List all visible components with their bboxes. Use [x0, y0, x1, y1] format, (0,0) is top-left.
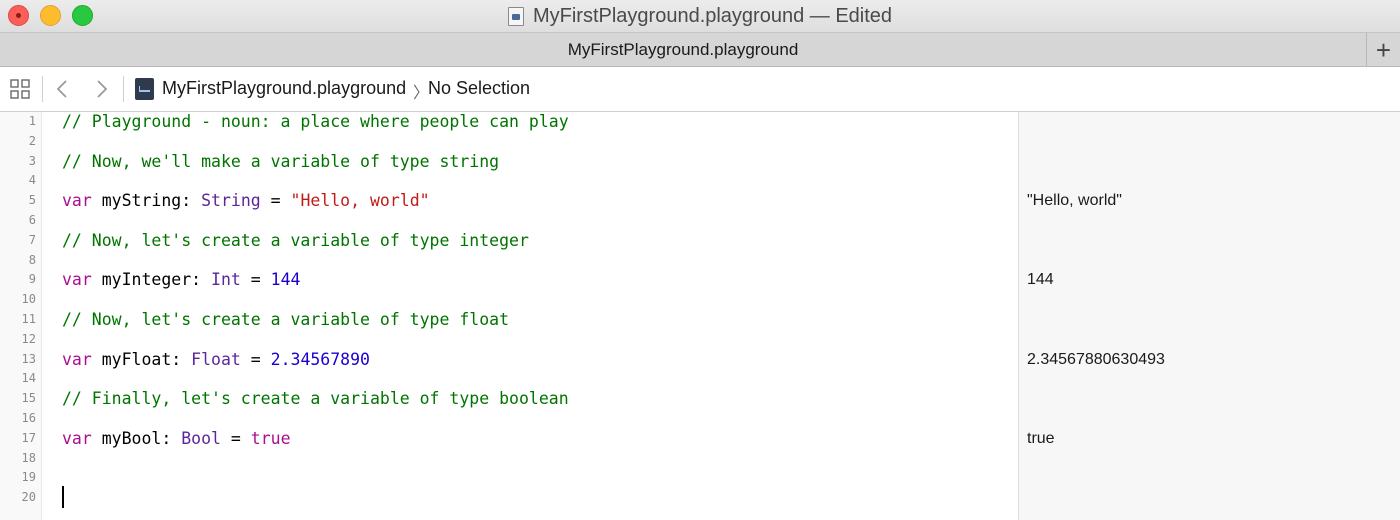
- keyword-token: var: [62, 349, 92, 369]
- result-value[interactable]: "Hello, world": [1027, 191, 1122, 211]
- code-line-comment[interactable]: // Now, let's create a variable of type …: [62, 231, 529, 251]
- type-token: String: [201, 191, 261, 211]
- type-token: Bool: [181, 428, 221, 448]
- jumpbar-divider: [42, 76, 43, 102]
- line-number: 8: [28, 252, 36, 267]
- code-line-declaration[interactable]: var myBool: Bool = true: [62, 429, 291, 449]
- code-line-declaration[interactable]: var myInteger: Int = 144: [62, 270, 300, 290]
- code-line-comment[interactable]: // Finally, let's create a variable of t…: [62, 389, 569, 409]
- code-line-comment[interactable]: // Now, we'll make a variable of type st…: [62, 152, 499, 172]
- string-literal-token: "Hello, world": [290, 191, 430, 211]
- line-number: 6: [28, 213, 36, 227]
- title-bar: MyFirstPlayground.playground — Edited: [0, 0, 1400, 32]
- line-number: 10: [21, 292, 36, 307]
- playground-window: MyFirstPlayground.playground — Edited My…: [0, 0, 1400, 520]
- playground-file-icon: [135, 78, 154, 100]
- code-editor[interactable]: 1 2 3 4 5 6 7 8 9 10 11 12 13 14 15 16 1…: [0, 112, 1400, 520]
- operator-token: =: [220, 428, 251, 448]
- line-number: 16: [21, 411, 36, 425]
- type-token: Float: [191, 349, 241, 369]
- bool-literal-token: true: [250, 428, 291, 448]
- add-tab-button[interactable]: +: [1366, 33, 1400, 67]
- jump-bar: MyFirstPlayground.playground 〉 No Select…: [0, 67, 1400, 112]
- operator-token: =: [260, 191, 291, 211]
- result-value[interactable]: true: [1027, 429, 1055, 449]
- code-line-comment[interactable]: // Now, let's create a variable of type …: [62, 310, 509, 330]
- breadcrumb-file[interactable]: MyFirstPlayground.playground: [162, 78, 406, 99]
- line-number: 3: [28, 153, 36, 168]
- keyword-token: var: [62, 270, 92, 290]
- result-value[interactable]: 144: [1027, 270, 1054, 290]
- line-number: 17: [21, 430, 36, 445]
- line-number: 19: [21, 470, 36, 485]
- playground-document-icon: [507, 6, 524, 26]
- type-token: Int: [211, 270, 241, 290]
- line-number: 11: [21, 312, 36, 326]
- identifier-token: myFloat:: [91, 349, 192, 369]
- text-cursor: [62, 486, 64, 508]
- identifier-token: myString:: [91, 191, 202, 211]
- line-number: 9: [28, 272, 36, 287]
- number-literal-token: 144: [270, 270, 301, 290]
- tab-bar: MyFirstPlayground.playground +: [0, 32, 1400, 67]
- operator-token: =: [240, 349, 271, 369]
- jumpbar-divider: [123, 76, 124, 102]
- identifier-token: myInteger:: [91, 270, 212, 290]
- window-title: MyFirstPlayground.playground — Edited: [532, 4, 893, 27]
- breadcrumb-selection[interactable]: No Selection: [428, 78, 530, 99]
- keyword-token: var: [62, 191, 92, 211]
- code-line-comment[interactable]: // Playground - noun: a place where peop…: [62, 112, 569, 132]
- line-number: 1: [28, 114, 36, 128]
- number-literal-token: 2.34567890: [270, 349, 370, 369]
- line-number: 18: [21, 450, 36, 465]
- result-value[interactable]: 2.34567880630493: [1027, 350, 1165, 370]
- back-icon[interactable]: [52, 76, 72, 102]
- code-line-declaration[interactable]: var myString: String = "Hello, world": [62, 191, 430, 211]
- line-number: 4: [28, 173, 36, 188]
- keyword-token: var: [62, 428, 92, 448]
- line-number: 14: [21, 371, 36, 386]
- line-number: 15: [21, 391, 36, 406]
- identifier-token: myBool:: [91, 428, 182, 448]
- forward-icon[interactable]: [92, 76, 112, 102]
- breadcrumb-chevron-icon: 〉: [413, 85, 430, 102]
- line-number: 2: [28, 133, 36, 148]
- line-number: 7: [28, 232, 36, 247]
- tab-playground[interactable]: MyFirstPlayground.playground: [0, 33, 1366, 67]
- grid-icon[interactable]: [10, 79, 30, 99]
- line-number: 5: [28, 193, 36, 208]
- operator-token: =: [240, 270, 271, 290]
- line-number: 12: [21, 331, 36, 346]
- line-number: 13: [21, 351, 36, 366]
- line-number: 20: [21, 490, 36, 505]
- title-container: MyFirstPlayground.playground — Edited: [0, 0, 1400, 32]
- code-line-declaration[interactable]: var myFloat: Float = 2.34567890: [62, 350, 370, 370]
